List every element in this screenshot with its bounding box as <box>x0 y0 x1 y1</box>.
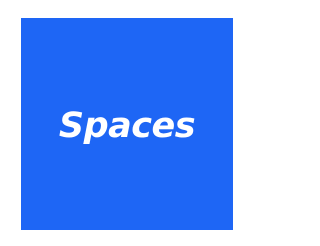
app-logo-tile: Spaces <box>21 18 233 230</box>
page: Spaces <box>0 0 242 246</box>
logo-wordmark: Spaces <box>58 105 196 146</box>
